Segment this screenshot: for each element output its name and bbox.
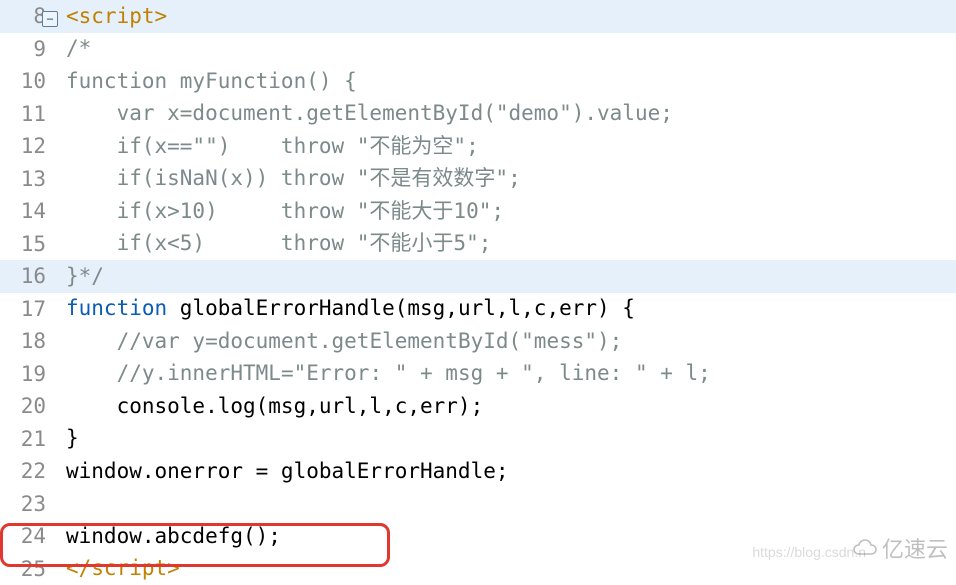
code-content[interactable]: //var y=document.getElementById("mess");: [50, 331, 622, 352]
code-line[interactable]: 19 //y.innerHTML="Error: " + msg + ", li…: [0, 358, 956, 391]
code-line[interactable]: 17function globalErrorHandle(msg,url,l,c…: [0, 293, 956, 326]
line-number: 8−: [0, 4, 50, 28]
code-token: window.abcdefg();: [66, 526, 281, 547]
code-content[interactable]: function globalErrorHandle(msg,url,l,c,e…: [50, 298, 635, 319]
code-token: }: [66, 428, 79, 449]
code-content[interactable]: if(isNaN(x)) throw "不是有效数字";: [50, 168, 521, 189]
code-token: /*: [66, 38, 91, 59]
code-line[interactable]: 21}: [0, 423, 956, 456]
line-number: 21: [0, 427, 50, 451]
line-number: 12: [0, 134, 50, 158]
code-line[interactable]: 14 if(x>10) throw "不能大于10";: [0, 195, 956, 228]
line-number: 13: [0, 167, 50, 191]
code-line[interactable]: 23: [0, 488, 956, 521]
watermark-text: https://blog.csdn.n: [752, 544, 866, 560]
code-content[interactable]: if(x>10) throw "不能大于10";: [50, 201, 504, 222]
line-number: 15: [0, 232, 50, 256]
code-line[interactable]: 8− <script>: [0, 0, 956, 33]
code-editor: 8− <script> 9 /* 10 function myFunction() { 11…: [0, 0, 956, 585]
cloud-icon: [852, 538, 878, 558]
logo: 亿速云: [852, 532, 948, 564]
line-number: 16: [0, 264, 50, 288]
code-content[interactable]: window.onerror = globalErrorHandle;: [50, 461, 509, 482]
line-number: 18: [0, 329, 50, 353]
code-token: globalErrorHandle(msg,url,l,c,err) {: [180, 298, 635, 319]
line-number: 23: [0, 492, 50, 516]
line-number: 24: [0, 524, 50, 548]
code-content[interactable]: if(x<5) throw "不能小于5";: [50, 233, 491, 254]
line-number: 22: [0, 459, 50, 483]
line-number: 20: [0, 394, 50, 418]
code-content[interactable]: }*/: [50, 266, 104, 287]
code-content[interactable]: console.log(msg,url,l,c,err);: [50, 396, 483, 417]
code-token: [66, 331, 117, 352]
code-line[interactable]: 12 if(x=="") throw "不能为空";: [0, 130, 956, 163]
code-content[interactable]: if(x=="") throw "不能为空";: [50, 136, 479, 157]
code-token: if(x>10) throw "不能大于10";: [66, 201, 504, 222]
line-number: 10: [0, 69, 50, 93]
code-token: //y.innerHTML="Error: " + msg + ", line:…: [117, 363, 711, 384]
line-number: 25: [0, 557, 50, 581]
code-token: if(isNaN(x)) throw "不是有效数字";: [66, 168, 521, 189]
code-line[interactable]: 10 function myFunction() {: [0, 65, 956, 98]
code-line[interactable]: 9 /*: [0, 33, 956, 66]
code-token: var x=document.getElementById("demo").va…: [66, 103, 673, 124]
code-token: }*/: [66, 266, 104, 287]
code-token: //var y=document.getElementById("mess");: [117, 331, 623, 352]
code-line[interactable]: 20 console.log(msg,url,l,c,err);: [0, 390, 956, 423]
code-token: if(x=="") throw "不能为空";: [66, 136, 479, 157]
code-content[interactable]: /*: [50, 38, 91, 59]
code-token: [66, 363, 117, 384]
code-content[interactable]: <script>: [50, 6, 167, 27]
line-number: 17: [0, 297, 50, 321]
code-token: </script>: [66, 558, 180, 579]
line-number: 19: [0, 362, 50, 386]
code-token: <script>: [66, 6, 167, 27]
code-line[interactable]: 11 var x=document.getElementById("demo")…: [0, 98, 956, 131]
code-content[interactable]: </script>: [50, 558, 180, 579]
code-content[interactable]: var x=document.getElementById("demo").va…: [50, 103, 673, 124]
code-token: window.onerror = globalErrorHandle;: [66, 461, 509, 482]
code-content[interactable]: //y.innerHTML="Error: " + msg + ", line:…: [50, 363, 711, 384]
fold-minus-icon[interactable]: −: [42, 11, 58, 27]
code-line[interactable]: 16 }*/: [0, 260, 956, 293]
code-content[interactable]: window.abcdefg();: [50, 526, 281, 547]
code-content[interactable]: function myFunction() {: [50, 71, 357, 92]
code-line[interactable]: 18 //var y=document.getElementById("mess…: [0, 325, 956, 358]
code-token: function: [66, 298, 180, 319]
line-number: 14: [0, 199, 50, 223]
code-line[interactable]: 15 if(x<5) throw "不能小于5";: [0, 228, 956, 261]
line-number: 11: [0, 102, 50, 126]
line-number: 9: [0, 37, 50, 61]
code-token: if(x<5) throw "不能小于5";: [66, 233, 491, 254]
code-token: console.log(msg,url,l,c,err);: [66, 396, 483, 417]
code-line[interactable]: 13 if(isNaN(x)) throw "不是有效数字";: [0, 163, 956, 196]
code-content[interactable]: }: [50, 428, 79, 449]
code-token: function myFunction() {: [66, 71, 357, 92]
code-line[interactable]: 22 window.onerror = globalErrorHandle;: [0, 455, 956, 488]
logo-label: 亿速云: [882, 532, 948, 564]
